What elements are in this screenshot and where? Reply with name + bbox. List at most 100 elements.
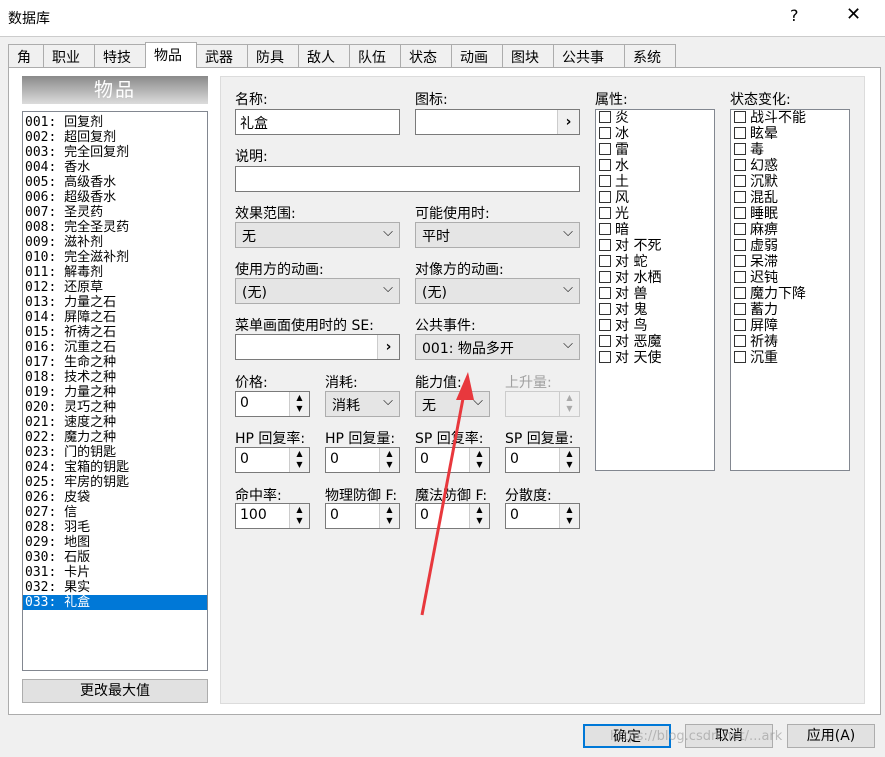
list-item[interactable]: 003: 完全回复剂 (23, 145, 207, 160)
states-checkbox[interactable]: 屏障 (731, 318, 849, 334)
list-item[interactable]: 007: 圣灵药 (23, 205, 207, 220)
states-checkbox[interactable]: 沉默 (731, 174, 849, 190)
checkbox-icon[interactable] (599, 111, 611, 123)
list-item[interactable]: 008: 完全圣灵药 (23, 220, 207, 235)
spinner-arrows-icon[interactable]: ▲ ▼ (289, 504, 309, 528)
list-item[interactable]: 025: 牢房的钥匙 (23, 475, 207, 490)
states-checkbox[interactable]: 虚弱 (731, 238, 849, 254)
list-item[interactable]: 020: 灵巧之种 (23, 400, 207, 415)
pdef-spinner[interactable]: 0 ▲ ▼ (325, 503, 400, 529)
checkbox-icon[interactable] (734, 111, 746, 123)
checkbox-icon[interactable] (734, 143, 746, 155)
list-item[interactable]: 021: 速度之种 (23, 415, 207, 430)
checkbox-icon[interactable] (599, 287, 611, 299)
states-checkbox[interactable]: 蓄力 (731, 302, 849, 318)
states-checkbox[interactable]: 魔力下降 (731, 286, 849, 302)
spinner-arrows-icon[interactable]: ▲ ▼ (289, 392, 309, 416)
elements-checkbox[interactable]: 光 (596, 206, 714, 222)
checkbox-icon[interactable] (599, 255, 611, 267)
list-item[interactable]: 024: 宝箱的钥匙 (23, 460, 207, 475)
states-checkbox[interactable]: 麻痹 (731, 222, 849, 238)
elements-checkbox[interactable]: 对 不死 (596, 238, 714, 254)
spinner-arrows-icon[interactable]: ▲ ▼ (379, 504, 399, 528)
browse-icon[interactable]: › (377, 335, 399, 359)
spinner-arrows-icon[interactable]: ▲ ▼ (559, 504, 579, 528)
elements-checkbox[interactable]: 对 兽 (596, 286, 714, 302)
tab-13[interactable]: 系统 (624, 44, 676, 68)
elements-checkbox[interactable]: 对 鬼 (596, 302, 714, 318)
states-checkbox[interactable]: 迟钝 (731, 270, 849, 286)
list-item[interactable]: 018: 技术之种 (23, 370, 207, 385)
states-checkbox[interactable]: 睡眠 (731, 206, 849, 222)
list-item[interactable]: 001: 回复剂 (23, 115, 207, 130)
checkbox-icon[interactable] (734, 287, 746, 299)
list-item[interactable]: 016: 沉重之石 (23, 340, 207, 355)
checkbox-icon[interactable] (599, 207, 611, 219)
checkbox-icon[interactable] (599, 175, 611, 187)
states-checkbox[interactable]: 毒 (731, 142, 849, 158)
states-checkbox[interactable]: 祈祷 (731, 334, 849, 350)
list-item[interactable]: 011: 解毒剂 (23, 265, 207, 280)
list-item[interactable]: 002: 超回复剂 (23, 130, 207, 145)
list-item[interactable]: 004: 香水 (23, 160, 207, 175)
elements-checkbox[interactable]: 对 水栖 (596, 270, 714, 286)
elements-checkbox[interactable]: 土 (596, 174, 714, 190)
tab-5[interactable]: 武器 (196, 44, 248, 68)
desc-input[interactable] (235, 166, 580, 192)
checkbox-icon[interactable] (599, 159, 611, 171)
menu-se-field[interactable]: › (235, 334, 400, 360)
checkbox-icon[interactable] (599, 239, 611, 251)
checkbox-icon[interactable] (599, 303, 611, 315)
tab-3[interactable]: 特技 (94, 44, 146, 68)
tab-10[interactable]: 动画 (451, 44, 503, 68)
variance-spinner[interactable]: 0 ▲ ▼ (505, 503, 580, 529)
elements-checkbox[interactable]: 风 (596, 190, 714, 206)
consume-dropdown[interactable]: 消耗 ⌵ (325, 391, 400, 417)
elements-checkbox[interactable]: 对 鸟 (596, 318, 714, 334)
tab-11[interactable]: 图块 (502, 44, 554, 68)
spinner-arrows-icon[interactable]: ▲ ▼ (559, 448, 579, 472)
list-item[interactable]: 030: 石版 (23, 550, 207, 565)
scope-dropdown[interactable]: 无 ⌵ (235, 222, 400, 248)
tab-6[interactable]: 防具 (247, 44, 299, 68)
checkbox-icon[interactable] (599, 351, 611, 363)
list-item[interactable]: 022: 魔力之种 (23, 430, 207, 445)
elements-checkbox[interactable]: 炎 (596, 110, 714, 126)
checkbox-icon[interactable] (734, 207, 746, 219)
elements-checkbox[interactable]: 暗 (596, 222, 714, 238)
elements-checkbox[interactable]: 雷 (596, 142, 714, 158)
list-item[interactable]: 029: 地图 (23, 535, 207, 550)
price-spinner[interactable]: 0 ▲ ▼ (235, 391, 310, 417)
common-event-dropdown[interactable]: 001: 物品多开 ⌵ (415, 334, 580, 360)
tab-4[interactable]: 物品 (145, 42, 197, 68)
target-anim-dropdown[interactable]: (无) ⌵ (415, 278, 580, 304)
list-item[interactable]: 032: 果实 (23, 580, 207, 595)
checkbox-icon[interactable] (599, 127, 611, 139)
list-item[interactable]: 014: 屏障之石 (23, 310, 207, 325)
states-checkbox[interactable]: 幻惑 (731, 158, 849, 174)
list-item[interactable]: 028: 羽毛 (23, 520, 207, 535)
states-checkbox[interactable]: 沉重 (731, 350, 849, 366)
checkbox-icon[interactable] (599, 143, 611, 155)
spinner-arrows-icon[interactable]: ▲ ▼ (379, 448, 399, 472)
item-list[interactable]: 001: 回复剂 002: 超回复剂 003: 完全回复剂 004: 香水 005: 高… (22, 111, 208, 671)
occasion-dropdown[interactable]: 平时 ⌵ (415, 222, 580, 248)
states-checkbox[interactable]: 战斗不能 (731, 110, 849, 126)
list-item[interactable]: 026: 皮袋 (23, 490, 207, 505)
checkbox-icon[interactable] (599, 223, 611, 235)
hp-amt-spinner[interactable]: 0 ▲ ▼ (325, 447, 400, 473)
states-checkbox[interactable]: 眩晕 (731, 126, 849, 142)
checkbox-icon[interactable] (734, 159, 746, 171)
help-button[interactable]: ? (790, 6, 799, 25)
tab-12[interactable]: 公共事件 (553, 44, 625, 86)
elements-checkbox[interactable]: 对 恶魔 (596, 334, 714, 350)
checkbox-icon[interactable] (734, 191, 746, 203)
tab-1[interactable]: 角色 (8, 44, 44, 86)
apply-button[interactable]: 应用(A) (787, 724, 875, 748)
list-item[interactable]: 023: 门的钥匙 (23, 445, 207, 460)
checkbox-icon[interactable] (734, 303, 746, 315)
checkbox-icon[interactable] (734, 351, 746, 363)
checkbox-icon[interactable] (734, 319, 746, 331)
checkbox-icon[interactable] (734, 271, 746, 283)
checkbox-icon[interactable] (734, 127, 746, 139)
